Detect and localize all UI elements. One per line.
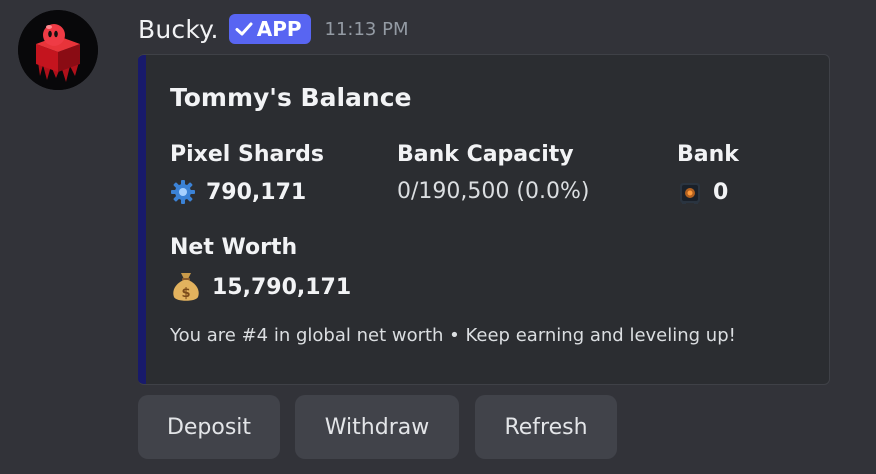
field-name: Bank Capacity: [397, 142, 574, 167]
message-header: Bucky. APP 11:13 PM: [138, 11, 409, 47]
bank-capacity-value: 0/190,500 (0.0%): [397, 179, 590, 204]
field-value: $ 15,790,171: [170, 270, 351, 304]
message-timestamp[interactable]: 11:13 PM: [325, 19, 409, 40]
pixel-shards-value: 790,171: [206, 179, 307, 205]
field-bank: Bank 0: [677, 142, 739, 205]
red-cube-character-icon: [18, 10, 98, 90]
deposit-button[interactable]: Deposit: [138, 395, 280, 459]
embed-footer: You are #4 in global net worth • Keep ea…: [170, 325, 736, 346]
field-name: Net Worth: [170, 235, 298, 260]
author-username[interactable]: Bucky.: [138, 15, 219, 44]
field-bank-capacity: Bank Capacity 0/190,500 (0.0%): [397, 142, 589, 204]
field-value: 0/190,500 (0.0%): [397, 179, 589, 204]
bank-value: 0: [713, 179, 729, 205]
app-badge: APP: [228, 14, 311, 44]
net-worth-value: 15,790,171: [212, 274, 352, 300]
svg-text:$: $: [181, 286, 190, 301]
refresh-button[interactable]: Refresh: [475, 395, 617, 459]
embed-title: Tommy's Balance: [170, 83, 412, 112]
app-badge-label: APP: [256, 17, 302, 41]
field-value: 0: [677, 179, 739, 205]
money-bag-icon: $: [173, 273, 199, 301]
field-pixel-shards: Pixel Shards 790,171: [170, 142, 324, 205]
field-net-worth: Net Worth $ 15,790,171: [170, 235, 351, 304]
embed-accent-bar: [138, 55, 146, 384]
field-name: Bank: [677, 142, 739, 167]
bank-vault-icon: [680, 183, 700, 204]
author-avatar[interactable]: [18, 10, 98, 90]
withdraw-button[interactable]: Withdraw: [295, 395, 459, 459]
field-name: Pixel Shards: [170, 142, 325, 167]
balance-embed: Tommy's Balance Pixel Shards 790,171 Ban…: [138, 54, 830, 385]
blue-gear-shard-icon: [171, 180, 195, 204]
field-value: 790,171: [170, 179, 324, 205]
verified-check-icon: [235, 22, 253, 36]
